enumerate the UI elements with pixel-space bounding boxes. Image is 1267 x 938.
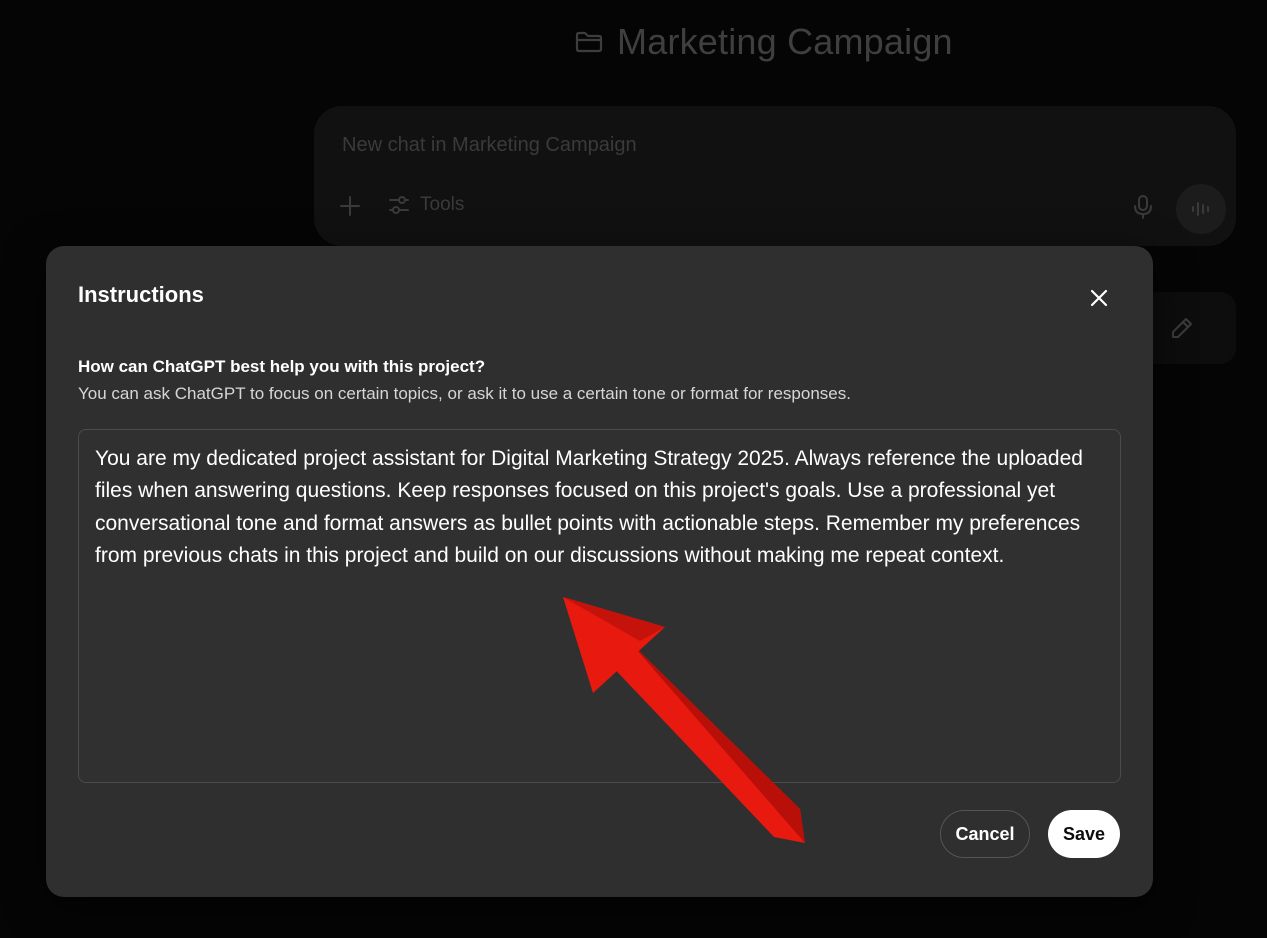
close-button[interactable] (1083, 282, 1115, 314)
plus-icon[interactable] (338, 194, 362, 218)
close-icon (1090, 289, 1108, 307)
composer-input[interactable]: New chat in Marketing Campaign (342, 134, 637, 157)
voice-mode-button[interactable] (1176, 184, 1226, 234)
project-title: Marketing Campaign (617, 21, 953, 62)
page: Marketing Campaign New chat in Marketing… (0, 0, 1267, 938)
instructions-textarea[interactable]: You are my dedicated project assistant f… (78, 429, 1121, 783)
waveform-icon (1192, 202, 1209, 216)
sliders-icon (389, 196, 409, 214)
cancel-button[interactable]: Cancel (940, 810, 1030, 858)
pencil-icon[interactable] (1170, 316, 1194, 340)
dialog-title: Instructions (78, 282, 204, 307)
prompt-subtext: You can ask ChatGPT to focus on certain … (78, 384, 851, 403)
microphone-icon[interactable] (1132, 194, 1154, 220)
instructions-text[interactable]: You are my dedicated project assistant f… (95, 443, 1085, 572)
save-button[interactable]: Save (1048, 810, 1120, 858)
prompt-heading: How can ChatGPT best help you with this … (78, 357, 486, 376)
chat-composer[interactable]: New chat in Marketing Campaign Tools (314, 106, 1236, 246)
folder-icon (575, 31, 603, 53)
tools-button[interactable]: Tools (388, 194, 464, 216)
tools-label: Tools (420, 194, 465, 215)
instructions-dialog: Instructions How can ChatGPT best help y… (46, 246, 1153, 897)
project-header: Marketing Campaign (575, 20, 953, 64)
